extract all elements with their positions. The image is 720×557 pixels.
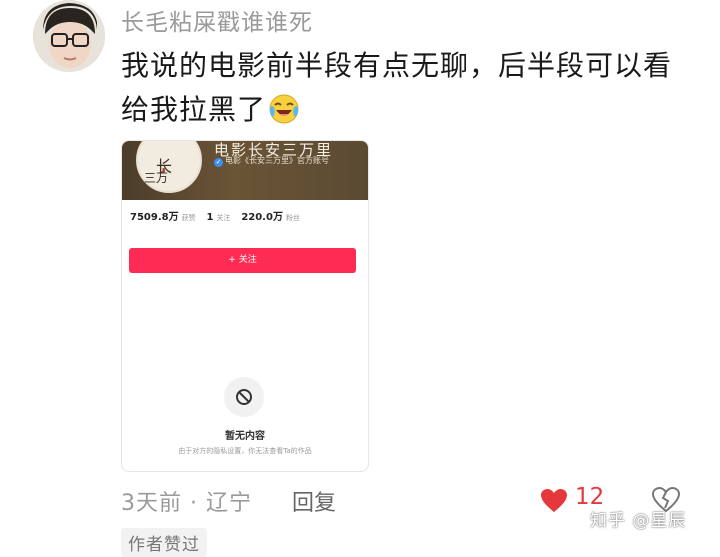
comment-body: 我说的电影前半段有点无聊，后半段可以看给我拉黑了 [121, 49, 673, 126]
stat-following-label: 关注 [216, 214, 231, 222]
heart-like-icon[interactable] [540, 488, 568, 518]
verified-check-icon: ✓ [214, 158, 223, 167]
stat-fans-value: 220.0万 [241, 212, 283, 223]
crying-laughing-emoji-icon [268, 93, 300, 138]
follow-button[interactable]: + 关注 [129, 248, 356, 273]
watermark-text: 知乎 @星辰 [590, 511, 687, 531]
empty-state-title: 暂无内容 [225, 431, 265, 442]
reply-button[interactable]: 回复 [292, 485, 336, 517]
comment-text: 我说的电影前半段有点无聊，后半段可以看给我拉黑了 [121, 44, 681, 138]
card-verified-line: ✓ 电影《长安三万里》官方账号 [214, 155, 329, 167]
poster-avatar: 长 三万 ▮ [136, 141, 202, 193]
stat-likes-value: 7509.8万 [130, 212, 179, 223]
comment-username[interactable]: 长毛粘屎戳谁谁死 [121, 3, 313, 37]
empty-state-description: 由于对方的隐私设置，你无法查看Ta的作品 [178, 447, 312, 455]
stat-following-value: 1 [206, 212, 214, 223]
stat-fans-label: 粉丝 [285, 214, 300, 222]
embedded-profile-card[interactable]: 长 三万 ▮ 电影长安三万里 ✓ 电影《长安三万里》官方账号 7509.8万 获赞 … [121, 140, 369, 472]
user-avatar[interactable] [33, 0, 105, 72]
author-liked-badge: 作者赞过 [121, 528, 207, 557]
card-stats: 7509.8万 获赞 1 关注 220.0万 粉丝 [130, 208, 308, 223]
no-entry-icon [224, 377, 264, 417]
avatar-portrait-icon [33, 0, 105, 72]
card-verified-text: 电影《长安三万里》官方账号 [225, 156, 329, 165]
card-header: 长 三万 ▮ 电影长安三万里 ✓ 电影《长安三万里》官方账号 [122, 141, 368, 200]
stat-likes-label: 获赞 [181, 214, 196, 222]
comment-time-location: 3天前 · 辽宁 [121, 491, 252, 516]
